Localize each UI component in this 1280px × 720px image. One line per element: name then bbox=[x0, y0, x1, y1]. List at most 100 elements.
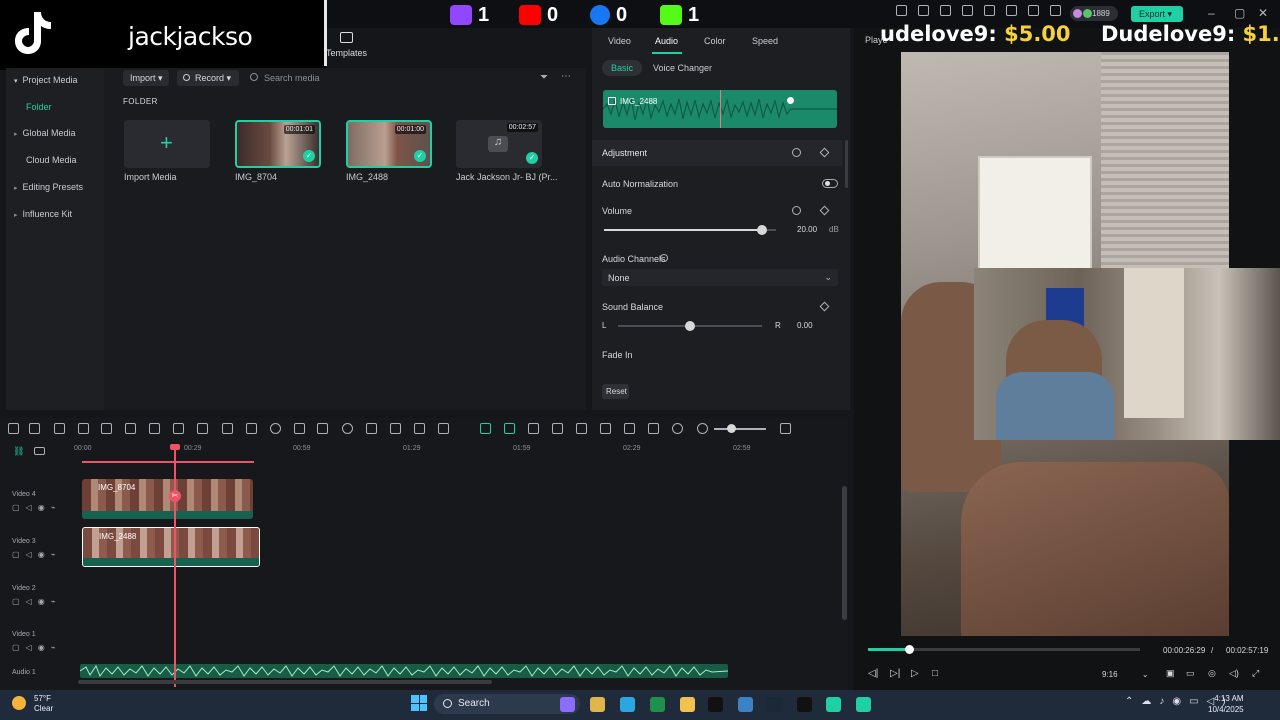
stabilize-icon[interactable] bbox=[366, 423, 377, 434]
microphone-icon[interactable] bbox=[576, 423, 587, 434]
timeline-clip[interactable]: IMG_8704 bbox=[82, 479, 253, 519]
shield-icon[interactable] bbox=[552, 423, 563, 434]
maximize-icon[interactable]: ▢ bbox=[1234, 6, 1245, 20]
speed-icon[interactable] bbox=[270, 423, 281, 434]
playhead[interactable] bbox=[174, 445, 176, 687]
layout-icon[interactable] bbox=[962, 5, 973, 16]
scissors-icon[interactable]: ✂ bbox=[169, 490, 181, 502]
nav-project-media[interactable]: Project Media bbox=[14, 75, 104, 89]
filmora-icon[interactable] bbox=[826, 697, 841, 712]
tab-speed[interactable]: Speed bbox=[752, 36, 778, 46]
keyframe-icon[interactable] bbox=[819, 147, 830, 158]
import-media-tile[interactable]: + bbox=[124, 120, 210, 168]
timeline-clip-selected[interactable]: IMG_2488 bbox=[82, 527, 260, 567]
timeline-horizontal-scrollbar[interactable] bbox=[78, 680, 492, 684]
timeline-vertical-scrollbar[interactable] bbox=[842, 486, 847, 620]
volume-icon[interactable]: ◁) bbox=[1229, 668, 1239, 679]
templates-button[interactable]: Templates bbox=[326, 30, 367, 62]
layout-icon[interactable] bbox=[8, 423, 19, 434]
camera-icon[interactable]: ◎ bbox=[1208, 668, 1216, 679]
replace-icon[interactable] bbox=[648, 423, 659, 434]
balance-slider-handle[interactable] bbox=[685, 321, 695, 331]
play-icon[interactable]: ▷ bbox=[911, 668, 919, 679]
stop-icon[interactable]: □ bbox=[932, 668, 938, 679]
reset-icon[interactable] bbox=[792, 148, 801, 157]
audio-mix-icon[interactable] bbox=[600, 423, 611, 434]
audio-channels-select[interactable]: None ⌄ bbox=[602, 269, 838, 286]
minimize-icon[interactable]: – bbox=[1208, 6, 1215, 20]
record-button[interactable]: Record ▾ bbox=[177, 70, 239, 86]
subtab-voice-changer[interactable]: Voice Changer bbox=[644, 60, 721, 76]
nav-cloud-media[interactable]: Cloud Media bbox=[26, 155, 116, 169]
shape-icon[interactable] bbox=[222, 423, 233, 434]
nav-global-media[interactable]: Global Media bbox=[14, 128, 104, 142]
subtitle-icon[interactable] bbox=[624, 423, 635, 434]
windows-start-icon[interactable] bbox=[411, 695, 427, 711]
grid-icon[interactable] bbox=[1050, 5, 1061, 16]
zoom-in-icon[interactable] bbox=[697, 423, 708, 434]
audio-stretch-icon[interactable] bbox=[173, 423, 184, 434]
delete-icon[interactable] bbox=[101, 423, 112, 434]
color-match-icon[interactable] bbox=[414, 423, 425, 434]
snap-icon[interactable] bbox=[480, 423, 491, 434]
send-icon[interactable] bbox=[918, 5, 929, 16]
weather-widget[interactable]: 57°F Clear bbox=[12, 694, 53, 714]
keyframe-path-icon[interactable] bbox=[390, 423, 401, 434]
volume-reset-icon[interactable] bbox=[792, 206, 801, 215]
display-icon[interactable]: ▭ bbox=[1186, 668, 1195, 679]
import-button[interactable]: Import ▾ bbox=[123, 70, 169, 86]
volume-value[interactable]: 20.00 bbox=[797, 225, 817, 234]
multicam-icon[interactable] bbox=[504, 423, 515, 434]
track-manager-icon[interactable] bbox=[34, 447, 45, 455]
timer-icon[interactable] bbox=[342, 423, 353, 434]
search-input[interactable]: Search media bbox=[264, 73, 320, 83]
filter-icon[interactable]: ⏷ bbox=[540, 72, 548, 83]
ai-app-icon[interactable] bbox=[560, 697, 575, 712]
excel-icon[interactable] bbox=[650, 697, 665, 712]
volume-handle[interactable] bbox=[787, 97, 794, 104]
edit-icon[interactable] bbox=[317, 423, 328, 434]
tab-color[interactable]: Color bbox=[704, 36, 726, 46]
adjustment-section[interactable]: Adjustment bbox=[592, 140, 842, 166]
render-icon[interactable] bbox=[438, 423, 449, 434]
playhead-handle[interactable] bbox=[170, 444, 180, 450]
redo-icon[interactable] bbox=[78, 423, 89, 434]
player-progress-handle[interactable] bbox=[904, 645, 914, 654]
mark-icon[interactable] bbox=[528, 423, 539, 434]
taskbar-search[interactable]: Search bbox=[434, 694, 580, 714]
taskbar-clock[interactable]: 4:13 AM 10/4/2025 bbox=[1208, 693, 1244, 715]
tab-video[interactable]: Video bbox=[608, 36, 631, 46]
track-controls[interactable]: ▢◁◉⌁ bbox=[12, 503, 62, 512]
media-item-audio[interactable]: 00:02:57 ♫ ✓ bbox=[456, 120, 542, 168]
aspect-ratio-select[interactable]: 9:16 ⌄ bbox=[1102, 670, 1149, 679]
gift-icon[interactable] bbox=[896, 5, 907, 16]
zoom-slider-handle[interactable] bbox=[727, 424, 736, 433]
tab-audio[interactable]: Audio bbox=[655, 36, 678, 46]
photos-icon[interactable] bbox=[738, 697, 753, 712]
ai-effect-icon[interactable] bbox=[294, 423, 305, 434]
zoom-out-icon[interactable] bbox=[672, 423, 683, 434]
track-controls[interactable]: ▢◁◉⌁ bbox=[12, 550, 62, 559]
save-icon[interactable] bbox=[984, 5, 995, 16]
lightbulb-icon[interactable] bbox=[940, 5, 951, 16]
export-button[interactable]: Export ▾ bbox=[1131, 6, 1183, 22]
snapshot-icon[interactable]: ▣ bbox=[1166, 668, 1175, 679]
info-icon[interactable] bbox=[660, 254, 668, 262]
text-icon[interactable] bbox=[197, 423, 208, 434]
fullscreen-icon[interactable]: ⤢ bbox=[1252, 668, 1259, 679]
undo-icon[interactable] bbox=[54, 423, 65, 434]
file-explorer-icon[interactable] bbox=[590, 697, 605, 712]
edge-icon[interactable] bbox=[620, 697, 635, 712]
split-icon[interactable] bbox=[125, 423, 136, 434]
nav-folder[interactable]: Folder bbox=[26, 102, 116, 116]
nav-influence-kit[interactable]: Influence Kit bbox=[14, 209, 104, 223]
track-controls[interactable]: ▢◁◉⌁ bbox=[12, 597, 62, 606]
credits-badge[interactable]: 1889 bbox=[1070, 6, 1118, 21]
grid-view-icon[interactable] bbox=[780, 423, 791, 434]
link-icon[interactable]: ⛓ bbox=[13, 446, 24, 457]
balance-value[interactable]: 0.00 bbox=[797, 321, 813, 330]
gear-icon[interactable] bbox=[1028, 5, 1039, 16]
nav-editing-presets[interactable]: Editing Presets bbox=[14, 182, 104, 196]
mask-icon[interactable] bbox=[246, 423, 257, 434]
zoom-slider[interactable] bbox=[714, 428, 766, 430]
